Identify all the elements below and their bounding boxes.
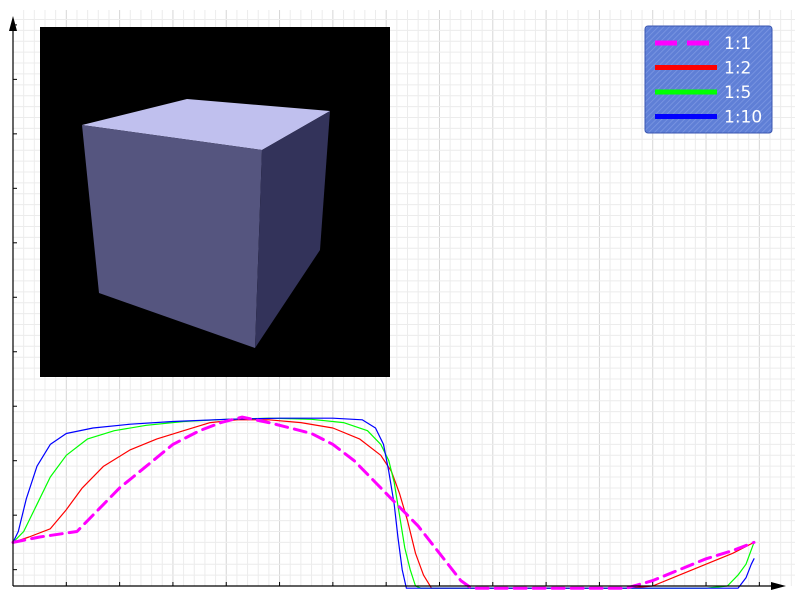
legend-label-1-10: 1:10	[724, 108, 762, 128]
x-axis-arrow	[771, 582, 786, 590]
series-line-1-10	[12, 417, 755, 589]
chart: 1:1 1:2 1:5 1:10	[9, 10, 795, 590]
series-lines	[11, 415, 756, 590]
legend-label-1-5: 1:5	[724, 83, 751, 103]
legend-label-1-2: 1:2	[724, 59, 751, 79]
y-axis-arrow	[9, 16, 17, 31]
series-line-1-1	[11, 415, 756, 590]
cube-inset-image	[40, 27, 390, 377]
legend-label-1-1: 1:1	[724, 34, 751, 54]
legend: 1:1 1:2 1:5 1:10	[644, 25, 773, 134]
